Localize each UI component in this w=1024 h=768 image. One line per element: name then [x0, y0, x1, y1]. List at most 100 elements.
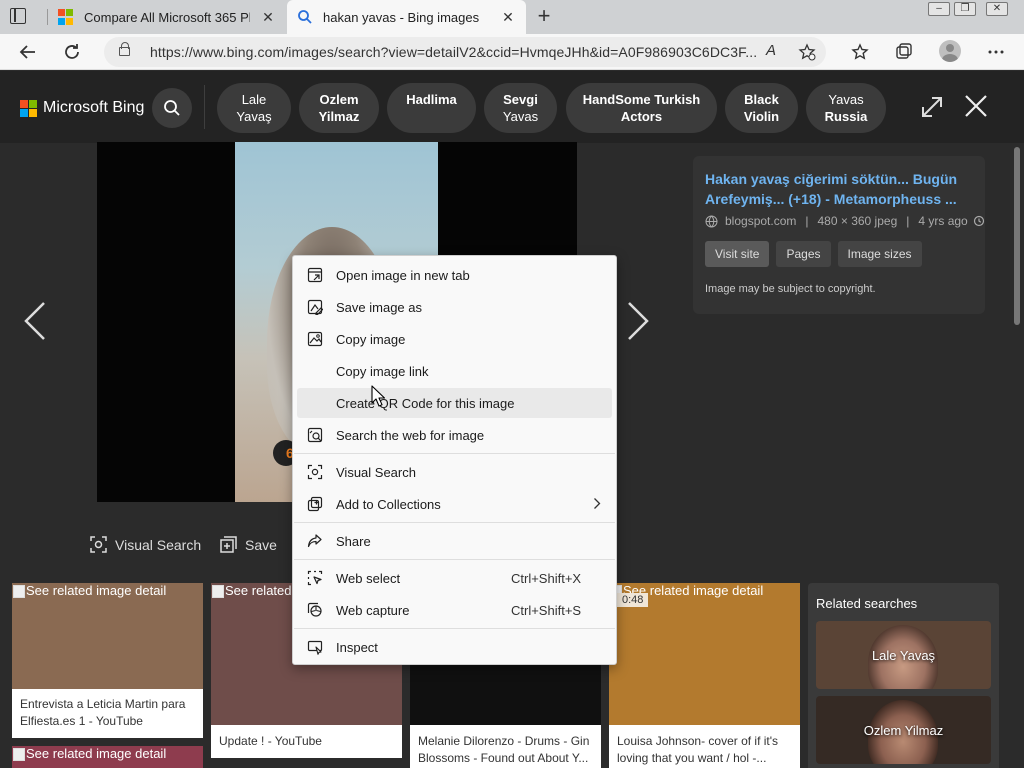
menu-label: Web select — [336, 571, 401, 586]
share-icon — [307, 534, 322, 548]
menu-label: Search the web for image — [336, 428, 485, 443]
globe-icon — [705, 215, 718, 227]
chip-line2: Actors — [620, 109, 663, 124]
menu-shortcut: Ctrl+Shift+S — [511, 603, 582, 618]
search-favicon-icon — [298, 10, 312, 24]
close-tab-icon[interactable]: ✕ — [500, 9, 516, 25]
scrollbar-thumb[interactable] — [1014, 147, 1020, 325]
mouse-cursor-icon — [371, 385, 385, 407]
close-icon[interactable]: ✕ — [986, 2, 1008, 16]
chip-ozlem-yilmaz[interactable]: Ozlem Yilmaz — [299, 83, 379, 133]
search-icon — [164, 100, 180, 116]
image-title-link[interactable]: Hakan yavaş ciğerimi söktün... Bugün Are… — [705, 169, 975, 209]
menu-separator — [294, 522, 615, 523]
more-icon[interactable] — [984, 40, 1008, 64]
chip-yavas-russia[interactable]: Yavas Russia — [806, 83, 886, 133]
new-tab-button[interactable]: + — [534, 5, 554, 27]
chip-sevgi-yavas[interactable]: Sevgi Yavas — [484, 83, 557, 133]
menu-label: Share — [336, 534, 371, 549]
chip-hadlima[interactable]: Hadlima — [387, 83, 476, 133]
favorites-icon[interactable] — [848, 40, 872, 64]
chevron-right-icon — [594, 498, 601, 509]
previous-image-icon[interactable] — [22, 300, 48, 342]
menu-share[interactable]: Share — [297, 526, 612, 556]
visual-search-label: Visual Search — [115, 536, 202, 553]
image-age: 4 yrs ago — [918, 214, 968, 228]
tab-microsoft-365[interactable]: Compare All Microsoft 365 Plans ✕ — [48, 0, 286, 34]
close-tab-icon[interactable]: ✕ — [260, 9, 276, 25]
menu-shortcut: Ctrl+Shift+X — [511, 571, 582, 586]
related-caption: Update ! - YouTube — [219, 734, 322, 748]
chip-handsome-turkish-actors[interactable]: HandSome Turkish Actors — [566, 83, 717, 133]
image-sizes-button[interactable]: Image sizes — [837, 241, 922, 267]
bing-logo[interactable]: Microsoft Bing — [20, 99, 144, 117]
inspect-icon — [307, 640, 323, 655]
save-button[interactable]: Save — [220, 536, 277, 553]
pages-button[interactable]: Pages — [776, 241, 831, 267]
related-searches-panel: Related searches Lale Yavaş Ozlem Yilmaz — [808, 583, 999, 768]
related-search-label: Ozlem Yilmaz — [863, 723, 944, 738]
add-favorite-icon[interactable] — [798, 43, 816, 61]
address-bar[interactable]: https://www.bing.com/images/search?view=… — [104, 37, 826, 67]
chip-black-violin[interactable]: Black Violin — [725, 83, 798, 133]
collections-icon — [307, 496, 323, 512]
copyright-note: Image may be subject to copyright. — [705, 283, 876, 295]
back-icon[interactable] — [16, 40, 40, 64]
search-button[interactable] — [152, 88, 192, 128]
menu-create-qr-code[interactable]: Create QR Code for this image — [297, 388, 612, 418]
related-thumbnail — [12, 583, 203, 689]
restore-icon[interactable]: ❐ — [954, 2, 976, 16]
chip-line2: Russia — [824, 109, 868, 124]
related-search-ozlem-yilmaz[interactable]: Ozlem Yilmaz — [816, 696, 991, 764]
web-select-icon — [307, 570, 323, 586]
search-image-icon — [307, 427, 323, 443]
image-info-panel: Hakan yavaş ciğerimi söktün... Bugün Are… — [693, 156, 985, 314]
menu-search-web-for-image[interactable]: Search the web for image — [297, 420, 612, 450]
profile-icon[interactable] — [939, 40, 961, 62]
url-text[interactable]: https://www.bing.com/images/search?view=… — [150, 44, 757, 60]
next-image-icon[interactable] — [625, 300, 651, 342]
menu-label: Open image in new tab — [336, 268, 470, 283]
related-image-card[interactable]: See related image detail Entrevista a Le… — [12, 583, 203, 738]
minimize-icon[interactable]: – — [928, 2, 950, 16]
menu-visual-search[interactable]: Visual Search — [297, 457, 612, 487]
chip-lale-yavas[interactable]: Lale Yavaş — [217, 83, 291, 133]
menu-save-image-as[interactable]: Save image as — [297, 292, 612, 322]
menu-inspect[interactable]: Inspect — [297, 632, 612, 662]
related-image-card[interactable]: See related image detail — [12, 746, 203, 768]
chip-line2: Yilmaz — [318, 109, 360, 124]
related-search-lale-yavas[interactable]: Lale Yavaş — [816, 621, 991, 689]
image-source[interactable]: blogspot.com — [725, 214, 796, 228]
menu-web-capture[interactable]: Web capture Ctrl+Shift+S — [297, 595, 612, 625]
menu-copy-image-link[interactable]: Copy image link — [297, 356, 612, 386]
visual-search-button[interactable]: Visual Search — [90, 536, 201, 553]
related-alt-text: See related image detail — [12, 583, 166, 598]
meta-separator: | — [906, 214, 910, 228]
context-menu: Open image in new tab Save image as Copy… — [292, 255, 617, 665]
menu-copy-image[interactable]: Copy image — [297, 324, 612, 354]
history-icon — [973, 215, 984, 227]
tab-actions-icon[interactable] — [10, 8, 26, 24]
menu-web-select[interactable]: Web select Ctrl+Shift+X — [297, 563, 612, 593]
scrollbar[interactable] — [1010, 143, 1024, 768]
copy-image-icon — [307, 331, 323, 347]
read-aloud-icon[interactable]: A — [766, 42, 776, 59]
related-image-card[interactable]: See related image detail 0:48 Louisa Joh… — [609, 583, 800, 768]
visit-site-button[interactable]: Visit site — [705, 241, 770, 267]
image-meta: blogspot.com | 480 × 360 jpeg | 4 yrs ag… — [705, 214, 985, 228]
save-icon — [220, 536, 237, 553]
microsoft-favicon-icon — [58, 9, 74, 25]
menu-add-to-collections[interactable]: Add to Collections — [297, 489, 612, 519]
chip-line1: Black — [744, 92, 779, 107]
refresh-icon[interactable] — [60, 40, 84, 64]
lock-icon[interactable] — [119, 42, 130, 56]
expand-icon[interactable] — [920, 95, 944, 119]
tab-bing-images[interactable]: hakan yavas - Bing images ✕ — [287, 0, 526, 34]
close-viewer-icon[interactable] — [963, 93, 989, 119]
menu-label: Inspect — [336, 640, 378, 655]
menu-label: Web capture — [336, 603, 410, 618]
collections-icon[interactable] — [892, 40, 916, 64]
related-caption: Entrevista a Leticia Martin para Elfiest… — [20, 697, 186, 728]
chip-line1: Ozlem — [319, 92, 359, 107]
menu-open-image-new-tab[interactable]: Open image in new tab — [297, 260, 612, 290]
